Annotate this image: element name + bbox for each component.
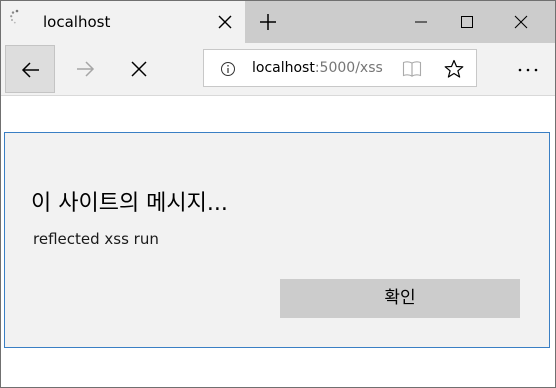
tab-localhost[interactable]: localhost — [1, 1, 245, 43]
forward-button[interactable] — [61, 45, 109, 93]
tab-close-icon[interactable] — [217, 14, 233, 30]
tab-title: localhost — [43, 13, 111, 31]
url-host: localhost — [252, 60, 315, 76]
alert-dialog: 이 사이트의 메시지... reflected xss run 확인 — [4, 132, 550, 348]
page-content: 이 사이트의 메시지... reflected xss run 확인 — [1, 96, 555, 387]
book-icon[interactable] — [402, 60, 422, 78]
browser-window: localhost localhost:5000/xss 이 사이트의 메시지.… — [0, 0, 556, 388]
stop-loading-button[interactable] — [115, 45, 163, 93]
url-path: :5000/xss — [314, 60, 383, 76]
more-dots-icon — [518, 68, 538, 72]
close-icon — [514, 15, 528, 29]
minimize-icon — [415, 21, 427, 23]
stop-x-icon — [131, 61, 147, 77]
new-tab-plus-icon[interactable] — [259, 13, 277, 31]
loading-spinner-icon — [9, 9, 25, 25]
title-bar: localhost — [1, 1, 555, 43]
arrow-right-icon — [77, 61, 95, 77]
window-close-button[interactable] — [497, 1, 545, 43]
dialog-message: reflected xss run — [33, 230, 159, 248]
back-button[interactable] — [5, 45, 55, 93]
arrow-left-icon — [21, 62, 39, 78]
star-icon[interactable] — [444, 59, 464, 79]
address-bar[interactable]: localhost:5000/xss — [203, 49, 477, 87]
navigation-bar: localhost:5000/xss — [1, 43, 555, 96]
maximize-button[interactable] — [443, 1, 491, 43]
more-menu-button[interactable] — [505, 45, 553, 93]
dialog-title: 이 사이트의 메시지... — [31, 191, 228, 216]
minimize-button[interactable] — [397, 1, 445, 43]
ok-button[interactable]: 확인 — [280, 279, 520, 318]
info-icon[interactable] — [220, 61, 236, 77]
url-text[interactable]: localhost:5000/xss — [252, 60, 383, 76]
maximize-icon — [461, 16, 473, 28]
